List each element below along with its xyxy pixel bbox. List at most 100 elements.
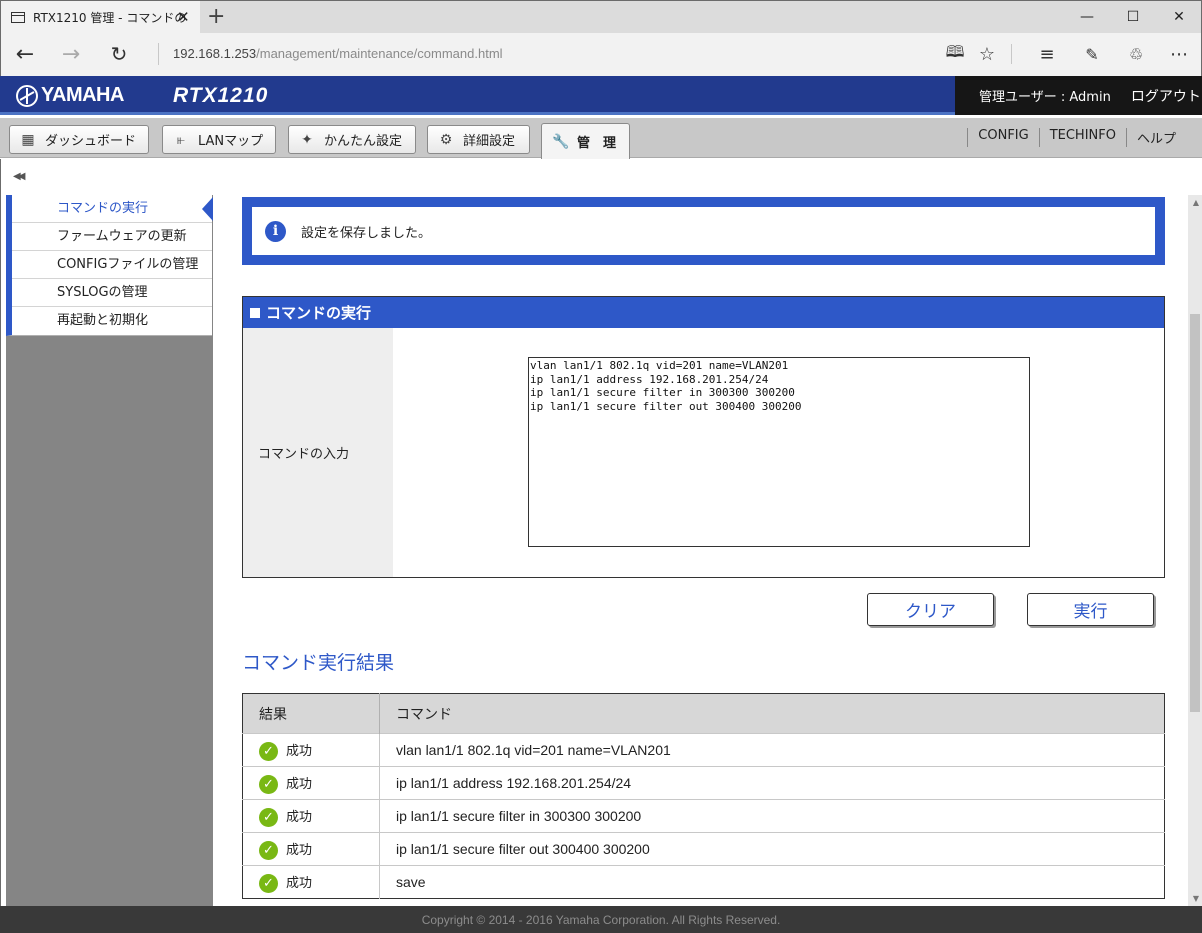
menu-dashboard-button[interactable]: ▦ ダッシュボード	[9, 125, 149, 154]
success-check-icon: ✓	[259, 807, 278, 827]
table-row: ✓ 成功 ip lan1/1 secure filter out 300400 3…	[242, 832, 1165, 866]
brand-name: YAMAHA	[41, 84, 124, 106]
menu-advanced-button[interactable]: ⚙ 詳細設定	[427, 125, 530, 154]
sidebar-item-command[interactable]: コマンドの実行	[12, 195, 213, 223]
url-host: 192.168.1.253	[173, 46, 257, 61]
sidebar-item-syslog[interactable]: SYSLOGの管理	[12, 279, 212, 307]
command-cell: ip lan1/1 secure filter out 300400 30020…	[379, 832, 1165, 866]
url-path: /management/maintenance/command.html	[256, 46, 503, 61]
command-cell: ip lan1/1 secure filter in 300300 300200	[379, 799, 1165, 833]
menu-label: 管 理	[577, 136, 617, 151]
current-user: 管理ユーザー : Admin	[979, 90, 1111, 105]
main-menu-bar: ▦ ダッシュボード ⫦ LANマップ ✦ かんたん設定 ⚙ 詳細設定 🔧 管 理…	[0, 118, 1202, 159]
refresh-icon[interactable]: ↻	[105, 41, 133, 67]
techinfo-link[interactable]: TECHINFO	[1038, 128, 1126, 147]
scrollbar-thumb[interactable]	[1190, 314, 1200, 712]
more-icon[interactable]: ⋯	[1165, 41, 1193, 67]
content-area: ◀◀ コマンドの実行 ファームウェアの更新 CONFIGファイルの管理 SYSL…	[0, 159, 1202, 906]
success-check-icon: ✓	[259, 774, 278, 794]
menu-label: かんたん設定	[324, 134, 403, 149]
gear-icon: ⚙	[439, 131, 453, 148]
clear-button[interactable]: クリア	[867, 593, 994, 626]
menu-lan-map-button[interactable]: ⫦ LANマップ	[162, 125, 276, 154]
result-cell: ✓ 成功	[242, 832, 380, 866]
menu-label: LANマップ	[198, 134, 264, 149]
scroll-up-icon[interactable]: ▲	[1193, 198, 1199, 207]
favorite-star-icon[interactable]: ☆	[973, 41, 1001, 67]
toolbar-separator	[1011, 44, 1012, 64]
user-box: 管理ユーザー : Admin ログアウト	[955, 76, 1202, 115]
result-status: 成功	[286, 809, 313, 825]
column-header-command: コマンド	[379, 693, 1165, 734]
dashboard-icon: ▦	[21, 131, 35, 148]
table-row: ✓ 成功 ip lan1/1 secure filter in 300300 30…	[242, 799, 1165, 833]
execute-button[interactable]: 実行	[1027, 593, 1154, 626]
result-cell: ✓ 成功	[242, 799, 380, 833]
panel-header: コマンドの実行	[243, 297, 1164, 328]
command-cell: vlan lan1/1 802.1q vid=201 name=VLAN201	[379, 733, 1165, 767]
command-cell: save	[379, 865, 1165, 899]
window-close-icon[interactable]: ✕	[1156, 1, 1202, 33]
table-row: ✓ 成功 vlan lan1/1 802.1q vid=201 name=VLAN…	[242, 733, 1165, 767]
sidebar-item-config-file[interactable]: CONFIGファイルの管理	[12, 251, 212, 279]
info-icon: i	[265, 220, 286, 242]
share-icon[interactable]: ♲	[1122, 41, 1150, 67]
result-cell: ✓ 成功	[242, 766, 380, 800]
table-row: ✓ 成功 ip lan1/1 address 192.168.201.254/24	[242, 766, 1165, 800]
column-header-result: 結果	[242, 693, 380, 734]
url-input[interactable]: 192.168.1.253/management/maintenance/com…	[173, 46, 503, 61]
menu-label: 詳細設定	[463, 134, 516, 149]
menu-label: ダッシュボード	[45, 134, 137, 149]
new-tab-icon[interactable]: +	[207, 5, 225, 29]
notice-box: i 設定を保存しました。	[242, 197, 1165, 265]
menu-links: CONFIG TECHINFO ヘルプ	[967, 128, 1186, 147]
logout-link[interactable]: ログアウト	[1131, 86, 1201, 106]
collapse-sidebar-icon[interactable]: ◀◀	[13, 171, 26, 182]
page-scrollbar[interactable]: ▲ ▼	[1188, 195, 1202, 906]
browser-address-bar: ← → ↻ 192.168.1.253/management/maintenan…	[0, 33, 1202, 76]
result-status: 成功	[286, 776, 313, 792]
result-status: 成功	[286, 875, 313, 891]
tab-title: RTX1210 管理 - コマンドの	[33, 11, 187, 25]
panel-title: コマンドの実行	[266, 304, 372, 322]
notice-text: 設定を保存しました。	[301, 225, 432, 241]
menu-easy-setup-button[interactable]: ✦ かんたん設定	[288, 125, 416, 154]
config-link[interactable]: CONFIG	[967, 128, 1038, 147]
menu-management-button[interactable]: 🔧 管 理	[541, 123, 630, 159]
sidebar-item-firmware[interactable]: ファームウェアの更新	[12, 223, 212, 251]
panel-square-icon	[250, 307, 260, 318]
lan-map-icon: ⫦	[177, 131, 185, 148]
reading-view-icon[interactable]: 🕮	[941, 41, 969, 67]
help-link[interactable]: ヘルプ	[1125, 128, 1186, 147]
tab-page-icon	[11, 12, 25, 23]
yamaha-logo: YAMAHA	[16, 84, 124, 107]
browser-tab[interactable]: RTX1210 管理 - コマンドの ✕	[1, 1, 200, 34]
success-check-icon: ✓	[259, 741, 278, 761]
command-panel: コマンドの実行 コマンドの入力 vlan lan1/1 802.1q vid=2…	[242, 296, 1165, 578]
sidebar: コマンドの実行 ファームウェアの更新 CONFIGファイルの管理 SYSLOGの…	[6, 195, 213, 336]
results-table: 結果 コマンド ✓ 成功 vlan lan1/1 802.1q vid=201 n…	[242, 693, 1165, 899]
result-cell: ✓ 成功	[242, 733, 380, 767]
minimize-icon[interactable]: —	[1064, 1, 1110, 33]
scroll-down-icon[interactable]: ▼	[1193, 894, 1199, 903]
sidebar-item-restart[interactable]: 再起動と初期化	[12, 307, 212, 335]
command-input-label: コマンドの入力	[243, 328, 393, 577]
yamaha-tuning-fork-icon	[16, 84, 38, 107]
wizard-icon: ✦	[301, 131, 313, 148]
forward-arrow-icon[interactable]: →	[57, 41, 85, 67]
app-header: YAMAHA RTX1210 管理ユーザー : Admin ログアウト	[0, 76, 1202, 115]
web-note-icon[interactable]: ✎	[1078, 41, 1106, 67]
tab-close-icon[interactable]: ✕	[177, 9, 190, 25]
back-arrow-icon[interactable]: ←	[11, 41, 39, 67]
result-status: 成功	[286, 842, 313, 858]
result-cell: ✓ 成功	[242, 865, 380, 899]
results-title: コマンド実行結果	[242, 652, 395, 674]
success-check-icon: ✓	[259, 840, 278, 860]
results-header-row: 結果 コマンド	[242, 693, 1165, 734]
table-row: ✓ 成功 save	[242, 865, 1165, 899]
maximize-icon[interactable]: ☐	[1110, 1, 1156, 33]
hub-icon[interactable]: ≡	[1033, 41, 1061, 67]
browser-tab-bar: RTX1210 管理 - コマンドの ✕ + — ☐ ✕	[0, 0, 1202, 34]
success-check-icon: ✓	[259, 873, 278, 893]
command-input[interactable]: vlan lan1/1 802.1q vid=201 name=VLAN201 …	[528, 357, 1030, 547]
